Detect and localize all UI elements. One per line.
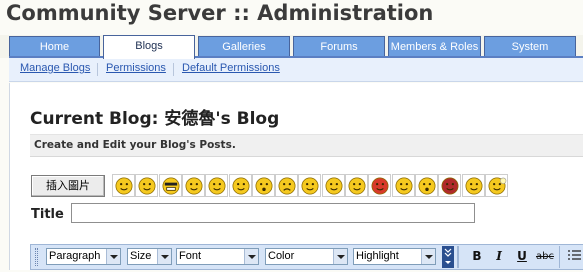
insert-image-button[interactable]: 插入圖片: [31, 175, 105, 197]
surprised-smiley-icon: [255, 177, 273, 195]
smiley-button[interactable]: [322, 174, 345, 197]
smiley-button[interactable]: [298, 174, 321, 197]
smiley-button[interactable]: [135, 174, 158, 197]
tab-blogs[interactable]: Blogs: [103, 35, 195, 59]
confused-smiley-icon: [208, 177, 226, 195]
smiley-button[interactable]: [112, 174, 135, 197]
smiley-button[interactable]: [252, 174, 275, 197]
page-description: Create and Edit your Blog's Posts.: [34, 139, 236, 151]
strikethrough-button[interactable]: abc: [535, 248, 555, 265]
highlight-dropdown[interactable]: Highlight: [353, 248, 436, 265]
smiley-button[interactable]: [368, 174, 391, 197]
sleepy-smiley-icon: [418, 177, 436, 195]
smiley-button[interactable]: [485, 174, 508, 197]
paragraph-dropdown-value: Paragraph: [49, 250, 101, 262]
neutral-smiley-icon: [395, 177, 413, 195]
idea-smiley-icon: [488, 177, 507, 195]
subnav-separator: [173, 63, 174, 76]
font-dropdown[interactable]: Font: [176, 248, 259, 265]
toolbar-divider: [559, 246, 560, 268]
app-title: Community Server :: Administration: [6, 1, 434, 25]
wink-smiley-icon: [185, 177, 203, 195]
italic-button[interactable]: I: [491, 248, 507, 265]
subnav-permissions[interactable]: Permissions: [106, 62, 166, 74]
subnav-manage-blogs[interactable]: Manage Blogs: [20, 62, 90, 74]
highlight-dropdown-value: Highlight: [356, 250, 399, 262]
devil-smiley-icon: [441, 177, 459, 195]
smiley-button[interactable]: [415, 174, 438, 197]
glasses-smiley-icon: [162, 177, 180, 195]
title-input[interactable]: [71, 203, 475, 223]
subnav-default-permissions[interactable]: Default Permissions: [182, 62, 280, 74]
chevron-down-icon: [244, 249, 258, 264]
sad-smiley-icon: [278, 177, 296, 195]
chevron-down-icon: [106, 249, 120, 264]
tab-home[interactable]: Home: [9, 36, 100, 57]
smiley-button[interactable]: [182, 174, 205, 197]
smiley-button[interactable]: [438, 174, 461, 197]
tab-system[interactable]: System: [484, 36, 576, 57]
color-dropdown-value: Color: [268, 250, 295, 262]
chevron-down-icon: [333, 249, 347, 264]
overflow-chevron-icon: [444, 248, 452, 264]
description-bar: Create and Edit your Blog's Posts.: [30, 134, 583, 157]
smiley-button[interactable]: [229, 174, 252, 197]
toolbar-divider: [457, 246, 459, 268]
title-label: Title: [31, 207, 64, 222]
smiley-button[interactable]: [159, 174, 182, 197]
angry-smiley-icon: [371, 177, 389, 195]
smile-smiley-icon: [348, 177, 366, 195]
grin-smiley-icon: [115, 177, 133, 195]
toolbar-overflow-separator[interactable]: [442, 246, 454, 268]
tab-members-roles[interactable]: Members & Roles: [388, 36, 481, 57]
smiley-button[interactable]: [392, 174, 415, 197]
sick-smiley-icon: [232, 177, 250, 195]
size-dropdown[interactable]: Size: [127, 248, 172, 265]
teeth-smiley-icon: [138, 177, 156, 195]
color-dropdown[interactable]: Color: [265, 248, 348, 265]
tab-galleries[interactable]: Galleries: [198, 36, 290, 57]
paragraph-dropdown[interactable]: Paragraph: [46, 248, 121, 265]
smiley-button[interactable]: [345, 174, 368, 197]
smiley-button[interactable]: [275, 174, 298, 197]
reading-smiley-icon: [465, 177, 483, 195]
tab-forums[interactable]: Forums: [293, 36, 385, 57]
sub-nav: Manage Blogs Permissions Default Permiss…: [9, 58, 583, 82]
subnav-separator: [97, 63, 98, 76]
font-dropdown-value: Font: [179, 250, 202, 262]
smiley-button[interactable]: [205, 174, 228, 197]
toolbar-grip[interactable]: [35, 248, 38, 266]
blush-smiley-icon: [325, 177, 343, 195]
smiley-button[interactable]: [462, 174, 485, 197]
chevron-down-icon: [421, 249, 435, 264]
bold-button[interactable]: B: [469, 248, 485, 265]
chevron-down-icon: [157, 249, 171, 264]
underline-button[interactable]: U: [514, 248, 530, 265]
list-icon[interactable]: [565, 248, 583, 265]
page-title: Current Blog: 安德魯's Blog: [30, 109, 280, 129]
thinking-smiley-icon: [301, 177, 319, 195]
size-dropdown-value: Size: [130, 250, 152, 262]
